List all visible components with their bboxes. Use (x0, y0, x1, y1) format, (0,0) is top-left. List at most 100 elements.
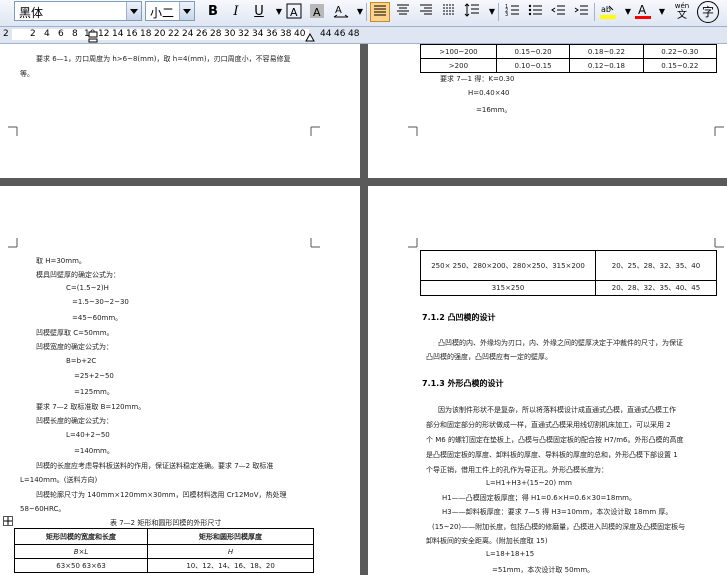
table-cell: 0.18~0.22 (569, 44, 644, 59)
page-top-right[interactable]: >100~200 0.15~0.20 0.18~0.22 0.22~0.30 >… (368, 44, 727, 178)
char-shading-icon: A (310, 4, 324, 19)
body-text: 凸凹模的强度，凸凹模应有一定的壁厚。 (426, 353, 552, 361)
body-text: B=b+2C (66, 357, 97, 365)
body-text: 凹模的长度应考虑导料板送料的作用，保证送料稳定准确。要求 7—2 取标准 (36, 462, 274, 470)
ruler-label: 40 (294, 29, 306, 39)
table-cell: 0.10~0.15 (495, 58, 571, 73)
body-text: 要求 6—1，刃口周度为 h>6~8(mm)，取 h=4(mm)，刃口周度小，不… (36, 55, 291, 63)
formatting-toolbar: 黑体 小二 B I U ▼ A A A ▼ ▼ 123 ab ▼ A ▼ wén… (0, 0, 727, 27)
body-text: =16mm。 (476, 106, 512, 114)
char-scale-button[interactable]: A (331, 2, 351, 22)
decrease-indent-button[interactable] (548, 2, 568, 22)
page-corner-mark (8, 126, 18, 136)
numbering-button[interactable]: 123 (502, 2, 522, 22)
table-header: 矩形凹模的宽度和长度 (13, 528, 149, 545)
ruler-label: 6 (58, 29, 64, 39)
gap-table: >100~200 0.15~0.20 0.18~0.22 0.22~0.30 >… (420, 44, 718, 73)
char-shading-button[interactable]: A (307, 2, 327, 22)
table-row: 315×250 20、28、32、35、40、45 (420, 280, 717, 296)
align-right-icon (420, 4, 432, 15)
enclose-char-button[interactable]: 字 (697, 1, 719, 23)
page-corner-mark (714, 126, 724, 136)
body-text: =1.5~30~2~30 (72, 298, 129, 306)
align-right-button[interactable] (416, 2, 436, 22)
ruler-label: 48 (348, 29, 360, 39)
ruler-label: 2 (30, 29, 36, 39)
table-cell: >200 (420, 58, 497, 73)
chevron-down-icon[interactable]: ▼ (652, 2, 672, 22)
char-border-button[interactable]: A (284, 2, 304, 22)
chevron-down-icon[interactable] (179, 2, 194, 20)
svg-text:A: A (638, 3, 647, 17)
ruler-label: 22 (168, 29, 180, 39)
table-cell: 315×250 (420, 280, 596, 296)
horizontal-ruler[interactable]: 2 2 4 6 8 10 12 14 16 18 20 22 24 26 28 … (0, 27, 727, 44)
bold-button[interactable]: B (203, 2, 223, 22)
page-top-left[interactable]: 要求 6—1，刃口周度为 h>6~8(mm)，取 h=4(mm)，刃口周度小，不… (0, 44, 360, 178)
chevron-down-icon[interactable]: ▼ (350, 2, 370, 22)
phonetic-guide-button[interactable]: wén 文 (670, 2, 694, 22)
table-row: 63×50 63×63 10、12、14、16、18、20 (13, 558, 314, 573)
indent-marker-icon[interactable] (88, 31, 98, 43)
justify-icon (374, 5, 386, 16)
table-move-handle-icon[interactable] (3, 516, 13, 526)
bulleted-list-icon (528, 4, 542, 16)
body-text: 58~60HRC。 (20, 505, 66, 513)
bullets-button[interactable] (525, 2, 545, 22)
table-caption: 表 7—2 矩形和圆形凹模的外形尺寸 (110, 519, 222, 527)
table-row: B×L H (13, 544, 314, 559)
body-text: 凹模宽度的确定公式为： (36, 343, 113, 351)
table-header: 矩形和圆形凹模厚度 (147, 528, 314, 545)
section-heading: 7.1.2 凸凹模的设计 (422, 313, 496, 322)
svg-text:A: A (290, 6, 298, 19)
table-cell: 250× 250、280×200、280×250、315×200 (420, 250, 596, 281)
body-text: 模具凹壁厚的确定公式为： (36, 271, 120, 279)
font-size-value: 小二 (150, 6, 175, 20)
ruler-label: 44 (320, 29, 332, 39)
body-text: 凹模壁厚取 C=50mm。 (36, 329, 114, 337)
table-cell: 20、28、32、35、40、45 (595, 280, 717, 296)
ruler-label: 38 (280, 29, 292, 39)
ruler-label: 8 (72, 29, 78, 39)
right-indent-marker-icon[interactable] (305, 31, 315, 42)
underline-button[interactable]: U (249, 2, 269, 22)
numbered-list-icon: 123 (505, 4, 519, 18)
highlighter-icon: ab (600, 5, 616, 19)
page-bottom-left[interactable]: 取 H=30mm。 模具凹壁厚的确定公式为： C=(1.5~2)H =1.5~3… (0, 186, 360, 575)
page-corner-mark (408, 238, 418, 248)
body-text: 凹模轮廓尺寸为 140mm×120mm×30mm，凹模材料选用 Cr12MoV，… (36, 491, 287, 499)
body-text: L=40+2~50 (66, 431, 110, 439)
table-cell: 10、12、14、16、18、20 (147, 558, 314, 573)
page-bottom-right[interactable]: 250× 250、280×200、280×250、315×200 20、25、2… (368, 186, 727, 575)
align-center-button[interactable] (393, 2, 413, 22)
svg-text:A: A (313, 6, 321, 19)
distribute-icon (443, 4, 455, 15)
table-cell: 0.12~0.18 (569, 58, 644, 73)
table-subheader: H (147, 544, 314, 559)
body-text: =125mm。 (74, 388, 114, 396)
font-size-combo[interactable]: 小二 (145, 1, 195, 21)
table-cell: 0.15~0.22 (642, 58, 718, 73)
ruler-label: 28 (210, 29, 222, 39)
ruler-label: 12 (98, 29, 110, 39)
italic-button[interactable]: I (226, 2, 246, 22)
increase-indent-button[interactable] (571, 2, 591, 22)
chevron-down-icon[interactable]: ▼ (482, 2, 502, 22)
font-color-button[interactable]: A (633, 2, 653, 22)
body-text: =140mm。 (74, 447, 114, 455)
page-corner-mark (310, 126, 320, 136)
justify-button[interactable] (370, 2, 390, 22)
body-text: 是凸模固定板的厚度、卸料板的厚度、导料板的厚度的总和，外形凸模下部设置 1 (426, 451, 678, 459)
font-name-combo[interactable]: 黑体 (14, 1, 142, 21)
table-cell: 0.15~0.20 (495, 44, 571, 59)
align-center-icon (397, 4, 409, 15)
table-subheader: B×L (13, 544, 149, 559)
ruler-label: 18 (140, 29, 152, 39)
ruler-label: 2 (3, 29, 9, 39)
distribute-button[interactable] (439, 2, 459, 22)
line-spacing-button[interactable] (462, 2, 482, 22)
highlight-button[interactable]: ab (598, 2, 618, 22)
body-text: =25+2~50 (74, 372, 114, 380)
chevron-down-icon[interactable] (126, 2, 141, 20)
body-text: 因为该制件形状不是复杂，所以将落料模设计成直通式凸模，直通式凸模工作 (438, 406, 676, 414)
